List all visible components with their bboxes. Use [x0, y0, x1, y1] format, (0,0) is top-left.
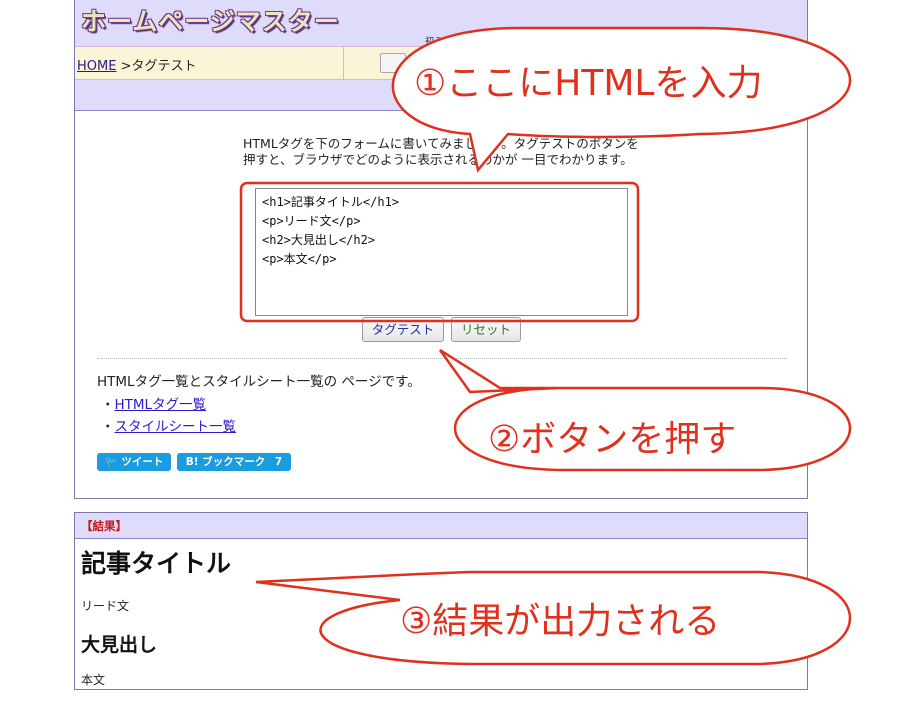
header-search-button[interactable] — [380, 53, 406, 73]
tweet-button[interactable]: 🐦 ツイート — [97, 453, 171, 471]
bookmark-count: 7 — [274, 456, 283, 468]
breadcrumb-trail: HOME >タグテスト — [77, 55, 196, 74]
result-h2: 大見出し — [81, 634, 158, 656]
result-h1: 記事タイトル — [81, 549, 232, 578]
breadcrumb-home-link[interactable]: HOME — [77, 59, 116, 74]
list-item-style: ・スタイルシート一覧 — [101, 415, 236, 435]
stylesheet-list-link[interactable]: スタイルシート一覧 — [115, 419, 237, 435]
links-intro: HTMLタグ一覧とスタイルシート一覧の ページです。 — [97, 374, 421, 390]
tag-test-button[interactable]: タグテスト — [362, 317, 444, 342]
bookmark-label: B! ブックマーク — [185, 456, 266, 468]
reset-button[interactable]: リセット — [451, 317, 521, 342]
callout-1-text: ①ここにHTMLを入力 — [414, 63, 763, 104]
bullet: ・ — [101, 419, 115, 435]
site-logo[interactable]: ホームページマスター — [81, 2, 340, 38]
callout-3-text: ③結果が出力される — [400, 601, 721, 642]
tweet-label: ツイート — [121, 456, 164, 468]
divider — [97, 358, 787, 359]
breadcrumb-current: >タグテスト — [116, 59, 197, 74]
html-tag-list-link[interactable]: HTMLタグ一覧 — [115, 397, 207, 413]
result-label: 【結果】 — [81, 519, 127, 533]
html-input-textarea[interactable]: <h1>記事タイトル</h1> <p>リード文</p> <h2>大見出し</h2… — [255, 188, 628, 316]
result-lead-text: リード文 — [81, 599, 130, 613]
hatena-bookmark-button[interactable]: B! ブックマーク 7 — [177, 453, 291, 471]
result-header: 【結果】 — [75, 513, 807, 539]
list-item-tag: ・HTMLタグ一覧 — [101, 393, 206, 413]
bullet: ・ — [101, 397, 115, 413]
callout-2-text: ②ボタンを押す — [488, 419, 737, 460]
twitter-bird-icon: 🐦 — [104, 456, 118, 468]
intro-text: HTMLタグを下のフォームに書いてみましょう。タグテストのボタンを押すと、ブラウ… — [243, 136, 639, 167]
result-body-text: 本文 — [81, 673, 106, 687]
